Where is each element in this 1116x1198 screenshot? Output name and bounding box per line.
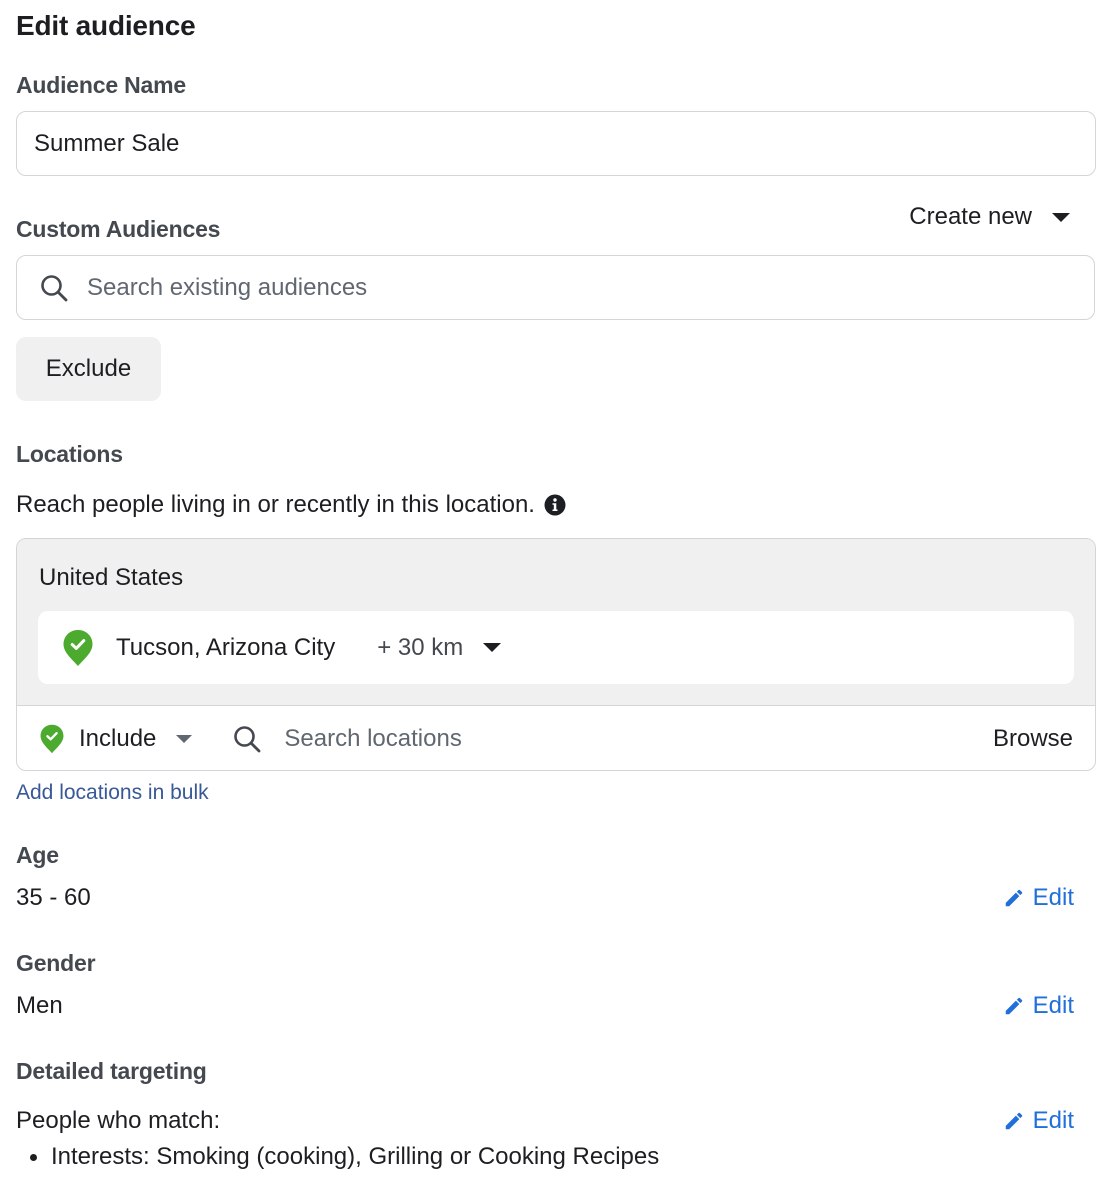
edit-detailed-targeting-button[interactable]: Edit — [1003, 1107, 1074, 1135]
edit-gender-button[interactable]: Edit — [1003, 992, 1074, 1020]
pencil-icon — [1005, 889, 1022, 907]
location-radius[interactable]: + 30 km — [377, 634, 463, 662]
detailed-targeting-label: Detailed targeting — [16, 1058, 207, 1084]
location-search-row: Include Search locations Browse — [17, 706, 1095, 770]
include-pin-icon — [40, 724, 64, 753]
exclude-button[interactable]: Exclude — [16, 337, 161, 401]
radius-caret-down-icon[interactable] — [483, 643, 502, 652]
audience-name-label: Audience Name — [16, 72, 186, 98]
search-locations-input[interactable]: Search locations — [232, 724, 462, 754]
age-label: Age — [16, 842, 59, 868]
edit-age-button[interactable]: Edit — [1003, 884, 1074, 912]
search-locations-placeholder: Search locations — [284, 724, 462, 752]
bullet-icon — [30, 1153, 37, 1161]
locations-panel: United States Tucson, Arizona City + 30 … — [16, 538, 1096, 771]
targeting-item-text: Interests: Smoking (cooking), Grilling o… — [51, 1143, 660, 1170]
custom-audiences-label: Custom Audiences — [16, 216, 221, 242]
locations-description: Reach people living in or recently in th… — [16, 491, 566, 519]
audience-name-input[interactable]: Summer Sale — [16, 111, 1096, 176]
audience-name-value[interactable]: Summer Sale — [34, 130, 179, 158]
location-pin-check-icon — [63, 629, 93, 666]
create-new-label: Create new — [909, 203, 1032, 230]
search-icon — [41, 274, 68, 301]
detailed-targeting-intro: People who match: — [16, 1107, 221, 1134]
include-dropdown[interactable]: Include — [39, 724, 193, 754]
page-title: Edit audience — [16, 10, 196, 41]
locations-label: Locations — [16, 441, 123, 467]
edit-gender-label: Edit — [1032, 992, 1074, 1019]
browse-button[interactable]: Browse — [993, 725, 1073, 753]
age-value: 35 - 60 — [16, 884, 91, 911]
location-name: Tucson, Arizona City — [116, 633, 336, 661]
create-new-dropdown[interactable]: Create new — [909, 203, 1070, 231]
edit-age-label: Edit — [1032, 884, 1074, 911]
country-label: United States — [39, 564, 184, 591]
include-label: Include — [79, 724, 157, 752]
caret-down-icon — [1052, 212, 1070, 222]
targeting-list-item: Interests: Smoking (cooking), Grilling o… — [30, 1143, 659, 1171]
locations-description-text: Reach people living in or recently in th… — [16, 491, 535, 518]
gender-label: Gender — [16, 950, 96, 976]
exclude-label: Exclude — [45, 355, 132, 382]
pencil-icon — [1005, 1112, 1022, 1130]
edit-detailed-targeting-label: Edit — [1032, 1107, 1074, 1134]
search-icon — [234, 725, 261, 752]
selected-locations-area: United States Tucson, Arizona City + 30 … — [17, 539, 1095, 706]
add-locations-bulk-link[interactable]: Add locations in bulk — [16, 781, 209, 805]
location-chip[interactable]: Tucson, Arizona City + 30 km — [38, 611, 1074, 684]
info-icon[interactable] — [544, 494, 566, 516]
pencil-icon — [1005, 997, 1022, 1015]
search-audiences-input[interactable]: Search existing audiences — [16, 255, 1095, 320]
gender-value: Men — [16, 992, 63, 1019]
caret-down-icon — [176, 734, 193, 743]
search-audiences-placeholder: Search existing audiences — [87, 273, 368, 301]
